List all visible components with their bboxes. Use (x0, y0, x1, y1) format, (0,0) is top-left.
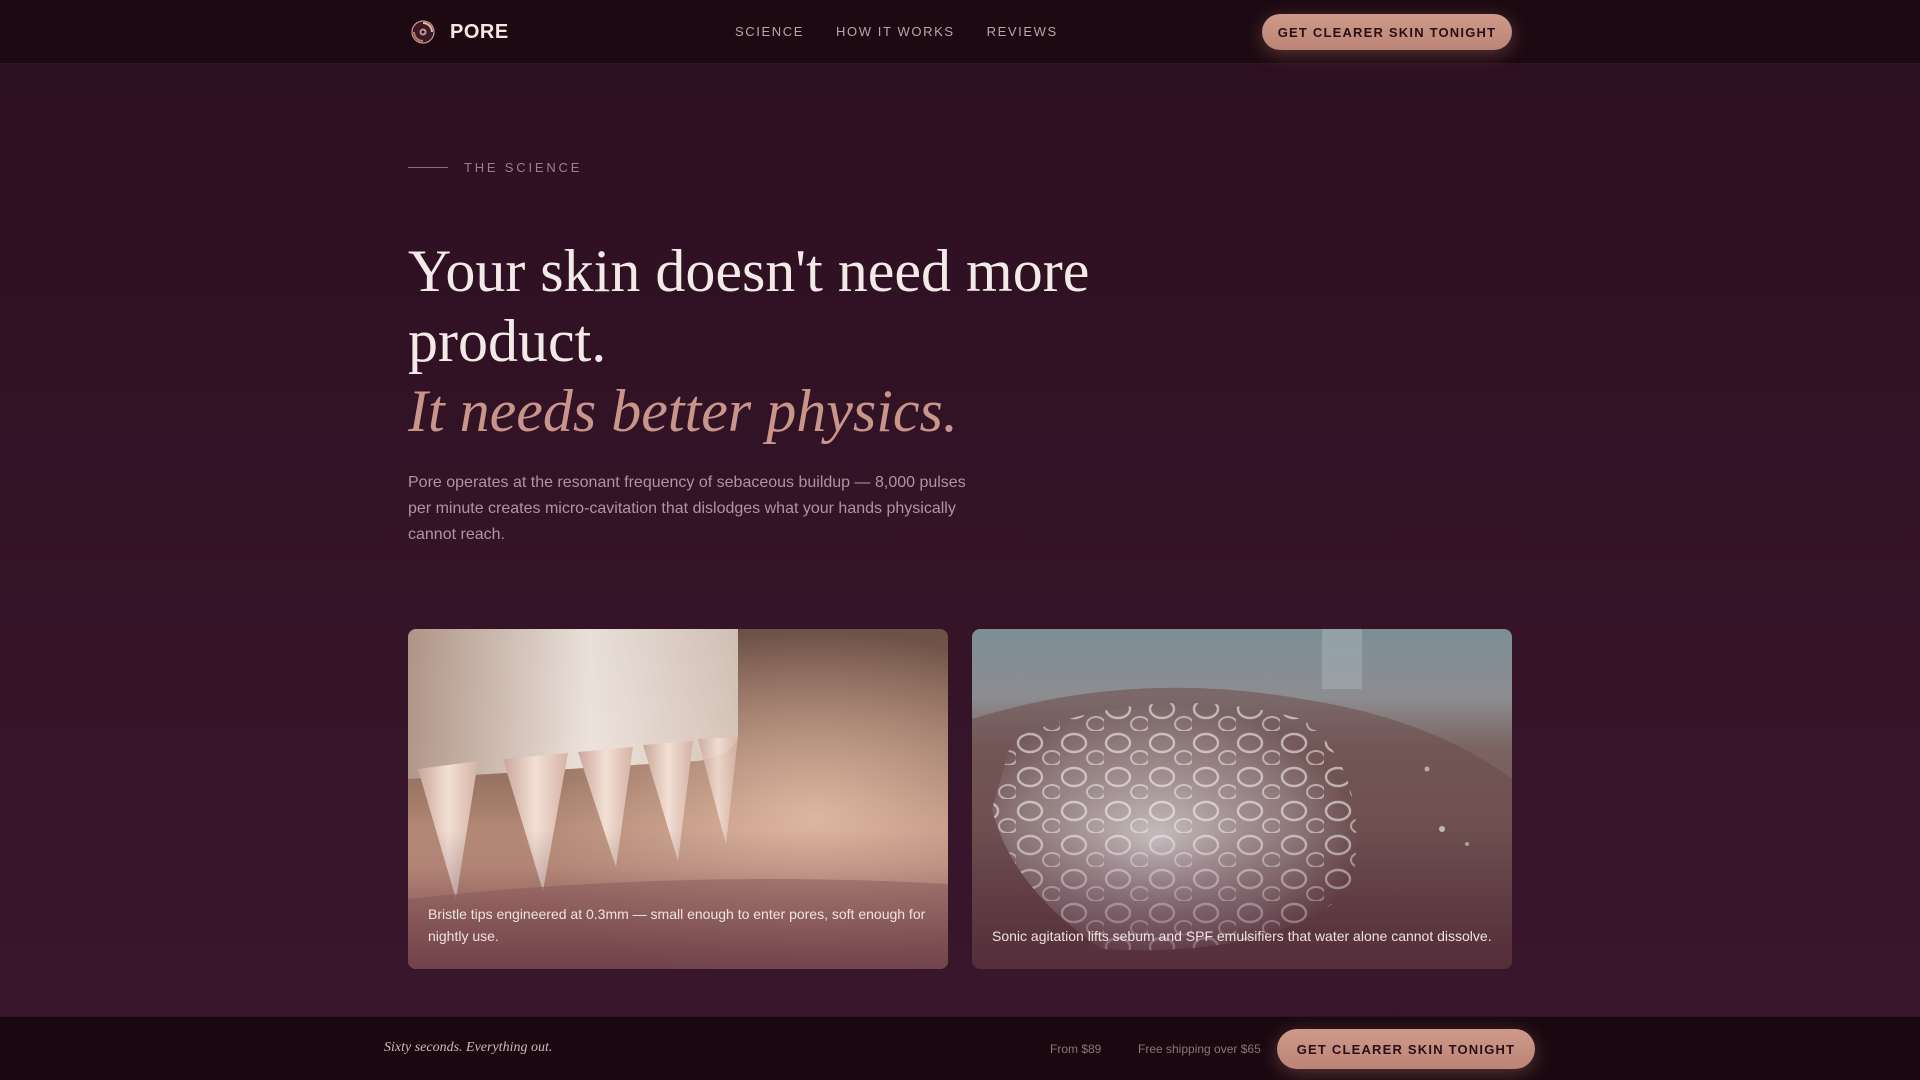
shipping-note: Free shipping over $65 (1138, 1042, 1261, 1056)
eyebrow-label: THE SCIENCE (464, 160, 583, 175)
bristle-caption: Bristle tips engineered at 0.3mm — small… (428, 906, 926, 944)
nav-link-how-it-works[interactable]: HOW IT WORKS (836, 24, 955, 40)
bristle-feature-card: Bristle tips engineered at 0.3mm — small… (408, 629, 948, 969)
brand-name: PORE (450, 20, 509, 43)
card-shade (408, 829, 948, 969)
sticky-cta-button[interactable]: GET CLEARER SKIN TONIGHT (1277, 1029, 1535, 1069)
brand-logo-icon (411, 20, 435, 44)
hero-description: Pore operates at the resonant frequency … (408, 474, 966, 543)
sticky-purchase-bar: Sixty seconds. Everything out. From $89 … (0, 1016, 1920, 1080)
foam-feature-card: Sonic agitation lifts sebum and SPF emul… (972, 629, 1512, 969)
card-shade (972, 829, 1512, 969)
brand-home-link[interactable]: PORE (408, 17, 509, 47)
main-nav: SCIENCE HOW IT WORKS REVIEWS (735, 24, 1058, 40)
eyebrow-divider (408, 167, 448, 168)
section-eyebrow: THE SCIENCE (408, 160, 582, 175)
hero-headline-accent: It needs better physics. (408, 378, 958, 444)
nav-link-science[interactable]: SCIENCE (735, 24, 804, 40)
top-nav-bar: PORE SCIENCE HOW IT WORKS REVIEWS GET CL… (0, 0, 1920, 64)
hero-headline: Your skin doesn't need more product. (408, 238, 1090, 374)
foam-caption: Sonic agitation lifts sebum and SPF emul… (992, 928, 1492, 944)
price-label: From $89 (1050, 1042, 1102, 1056)
header-cta-button[interactable]: GET CLEARER SKIN TONIGHT (1262, 14, 1512, 50)
nav-link-reviews[interactable]: REVIEWS (987, 24, 1058, 40)
purchase-tagline: Sixty seconds. Everything out. (384, 1040, 553, 1055)
